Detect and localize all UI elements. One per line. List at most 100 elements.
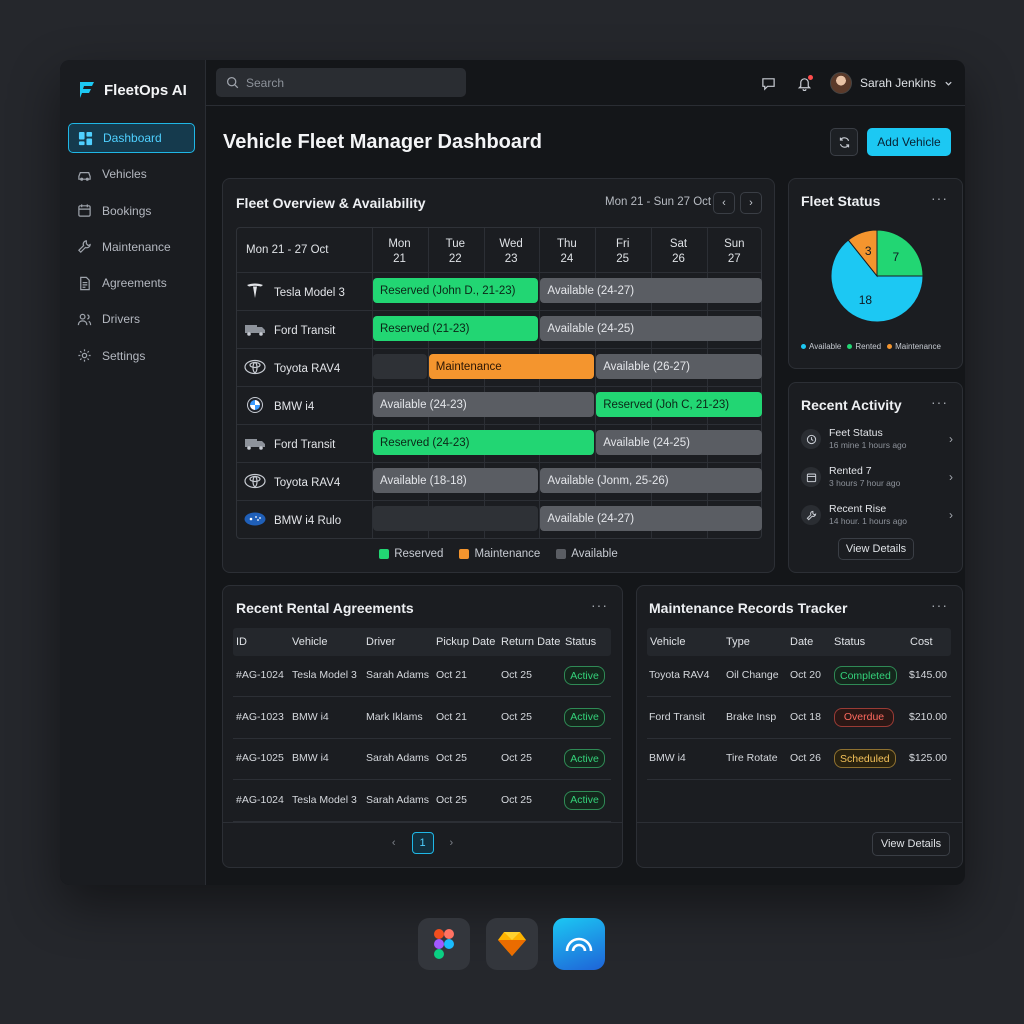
- booking-bar-reserved[interactable]: Reserved (John D., 21-23): [373, 278, 539, 303]
- day-date: 26: [672, 253, 685, 265]
- vehicle-row-label[interactable]: BMW i4: [244, 397, 314, 416]
- chevron-right-icon: ›: [749, 197, 753, 209]
- activity-item[interactable]: Rented 73 hours 7 hour ago ›: [801, 462, 953, 492]
- column-header: Status: [834, 636, 866, 648]
- pie-legend: Available Rented Maintenance: [801, 342, 941, 351]
- fleet-status-pie: 7 18 3: [829, 228, 925, 324]
- chevron-right-icon[interactable]: ›: [450, 837, 454, 849]
- day-date: 27: [727, 253, 741, 265]
- table-cell: Oct 18: [790, 710, 821, 723]
- grid-row-line: [237, 500, 761, 501]
- sidebar-item-dashboard[interactable]: Dashboard: [68, 123, 195, 153]
- booking-bar-available[interactable]: Available (26-27): [596, 354, 762, 379]
- grid-row-line: [237, 386, 761, 387]
- booking-bar-empty[interactable]: [373, 354, 427, 379]
- page-number[interactable]: 1: [411, 832, 434, 854]
- sidebar-item-maintenance[interactable]: Maintenance: [68, 232, 195, 262]
- legend-item-maintenance: Maintenance: [459, 548, 540, 560]
- add-vehicle-button[interactable]: Add Vehicle: [867, 128, 951, 156]
- activity-item[interactable]: Recent Rise 14 hour. 1 hours ago ›: [801, 500, 953, 530]
- status-badge: Active: [564, 749, 605, 768]
- view-details-button[interactable]: View Details: [838, 538, 914, 560]
- vehicle-row-label[interactable]: Toyota RAV4: [244, 473, 340, 492]
- recent-activity-card: Recent Activity ··· Feet Status 16 mine 1…: [788, 382, 963, 573]
- day-name: Sun: [724, 238, 745, 250]
- view-details-button[interactable]: View Details: [872, 832, 950, 856]
- notifications-button[interactable]: [794, 72, 816, 94]
- table-row[interactable]: #AG-1025 BMW i4 Sarah Adams Oct 25 Oct 25 Act…: [233, 739, 611, 780]
- chat-button[interactable]: [758, 72, 780, 94]
- table-row[interactable]: #AG-1023 BMW i4 Mark Iklams Oct 21 Oct 25 Act…: [233, 698, 611, 739]
- table-cell: BMW i4: [649, 752, 686, 764]
- booking-bar-maintenance[interactable]: Maintenance: [428, 354, 595, 379]
- more-options-button[interactable]: ···: [931, 190, 948, 206]
- booking-bar-available[interactable]: Available (24-27): [540, 278, 762, 303]
- vehicle-row-label[interactable]: Ford Transit: [244, 435, 335, 454]
- sidebar-item-drivers[interactable]: Drivers: [68, 304, 195, 334]
- figma-app-button[interactable]: [418, 918, 470, 970]
- sidebar-item-bookings[interactable]: Bookings: [68, 196, 195, 226]
- table-row[interactable]: BMW i4 Tire Rotate Oct 26 Scheduled $125.00: [647, 739, 951, 780]
- sketch-app-button[interactable]: [486, 918, 538, 970]
- booking-bar-reserved[interactable]: Reserved (24-23): [373, 430, 595, 455]
- refresh-button[interactable]: [830, 128, 858, 156]
- table-cell: Oct 25: [501, 793, 532, 806]
- sidebar-item-agreements[interactable]: Agreements: [68, 268, 195, 298]
- more-options-button[interactable]: ···: [931, 597, 948, 613]
- day-date: 24: [560, 253, 574, 265]
- booking-bar-available[interactable]: Available (24-25): [540, 316, 762, 341]
- activity-title: Feet Status: [829, 427, 883, 439]
- next-week-button[interactable]: ›: [740, 192, 762, 214]
- brand[interactable]: FleetOps AI: [60, 60, 205, 106]
- van-icon: [244, 435, 266, 454]
- more-options-button[interactable]: ···: [591, 597, 608, 613]
- search-box[interactable]: [216, 68, 466, 97]
- clock-icon: [801, 429, 821, 449]
- booking-bar-available[interactable]: Available (24-23): [373, 392, 595, 417]
- fleetops-logo-icon: [80, 82, 94, 98]
- app-launcher-button[interactable]: [553, 918, 605, 970]
- prev-week-button[interactable]: ‹: [713, 192, 735, 214]
- table-row[interactable]: #AG-1024 Tesla Model 3 Sarah Adams Oct 25 Oc…: [233, 781, 611, 822]
- table-row[interactable]: Ford Transit Brake Insp Oct 18 Overdue $210.…: [647, 698, 951, 739]
- day-header: Sun 27: [707, 237, 762, 267]
- grid-row-line: [237, 348, 761, 349]
- legend-label: Available: [571, 548, 618, 560]
- booking-bar-available[interactable]: Available (24-27): [540, 506, 762, 531]
- vehicle-row-label[interactable]: Tesla Model 3: [244, 283, 345, 302]
- booking-bar-available[interactable]: Available (18-18): [373, 468, 539, 493]
- chevron-left-icon[interactable]: ‹: [392, 837, 396, 849]
- grid-row-line: [237, 310, 761, 311]
- sidebar-item-settings[interactable]: Settings: [68, 341, 195, 371]
- booking-bar-reserved[interactable]: Reserved (21-23): [373, 316, 539, 341]
- vehicle-row-label[interactable]: Ford Transit: [244, 321, 335, 340]
- table-cell: Sarah Adams: [366, 752, 430, 764]
- sidebar-item-vehicles[interactable]: Vehicles: [68, 159, 195, 189]
- topbar-actions: Sarah Jenkins: [758, 60, 953, 106]
- calendar-icon: [78, 204, 91, 217]
- user-menu[interactable]: Sarah Jenkins: [829, 72, 953, 94]
- column-header: ID: [236, 636, 247, 648]
- legend-swatch: [459, 549, 470, 559]
- legend-item-available: Available: [556, 548, 618, 560]
- chevron-right-icon: ›: [949, 470, 953, 484]
- chevron-down-icon: [945, 81, 952, 86]
- activity-item[interactable]: Feet Status 16 mine 1 hours ago ›: [801, 424, 953, 454]
- table-cell: Oct 21: [436, 710, 467, 723]
- pie-chart: 7 18 3: [830, 229, 924, 323]
- vehicle-row-label[interactable]: Toyota RAV4: [244, 359, 340, 378]
- table-cell: Toyota RAV4: [649, 669, 710, 681]
- more-options-button[interactable]: ···: [931, 394, 948, 410]
- table-row[interactable]: Toyota RAV4 Oil Change Oct 20 Completed $145…: [647, 656, 951, 697]
- booking-bar-available[interactable]: Available (Jonm, 25-26): [540, 468, 762, 493]
- vehicle-row-label[interactable]: BMW i4 Rulo: [244, 511, 341, 530]
- sidebar-item-label: Agreements: [102, 276, 167, 291]
- booking-bar-empty[interactable]: [373, 506, 539, 531]
- pie-legend-maintenance: Maintenance: [887, 342, 941, 351]
- pie-slice-rented[interactable]: [876, 229, 924, 277]
- divider: [637, 822, 962, 823]
- booking-bar-available[interactable]: Available (24-25): [596, 430, 762, 455]
- table-row[interactable]: #AG-1024 Tesla Model 3 Sarah Adams Oct 21 Oc…: [233, 656, 611, 697]
- search-input[interactable]: [246, 75, 446, 90]
- booking-bar-reserved[interactable]: Reserved (Joh C, 21-23): [596, 392, 762, 417]
